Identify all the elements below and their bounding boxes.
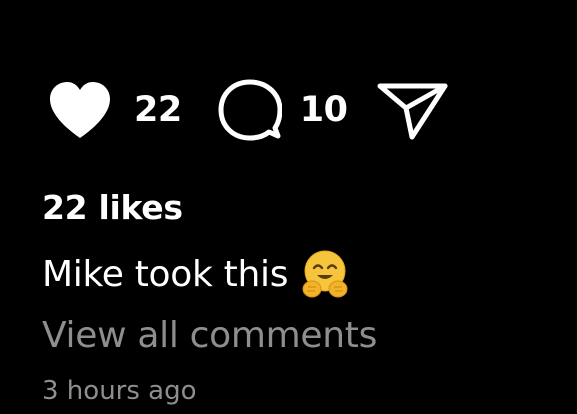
- send-icon: [377, 83, 448, 140]
- comment-button[interactable]: [216, 78, 284, 142]
- comment-bubble-icon: [218, 79, 282, 141]
- likes-count-text[interactable]: 22 likes: [42, 188, 183, 227]
- hugging-face-emoji-icon: [302, 250, 348, 298]
- heart-icon: [50, 82, 110, 138]
- post-caption: Mike took this: [42, 249, 350, 299]
- post-timestamp: 3 hours ago: [42, 376, 197, 406]
- comment-count: 10: [299, 89, 348, 130]
- view-all-comments-link[interactable]: View all comments: [42, 315, 377, 356]
- like-button[interactable]: [46, 78, 114, 142]
- post-action-bar: 22 10: [46, 78, 449, 142]
- like-count: 22: [134, 89, 182, 130]
- share-button[interactable]: [377, 78, 449, 142]
- caption-text: Mike took this: [42, 253, 289, 295]
